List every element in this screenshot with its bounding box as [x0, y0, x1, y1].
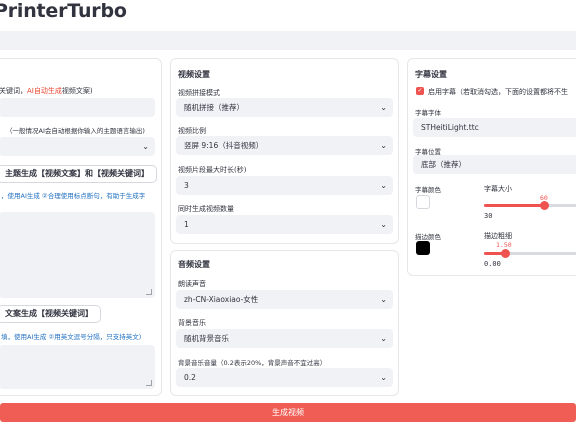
generate-video-button[interactable]: 生成视频	[0, 403, 576, 422]
app-title: PrinterTurbo	[0, 0, 127, 22]
script-panel: 关键词，AI自动生成视频文案) （一般情况AI会自动根据你输入的主题语言输出) …	[0, 58, 162, 396]
concat-mode-label: 视频拼接模式	[178, 89, 220, 97]
concat-mode-value: 随机拼接（推荐）	[184, 103, 244, 112]
language-hint: （一般情况AI会自动根据你输入的主题语言输出)	[6, 127, 145, 135]
generate-script-button[interactable]: 主题生成【视频文案】和【视频关键词】	[0, 165, 157, 183]
position-value: 底部（推荐）	[421, 160, 466, 169]
stroke-color-label: 描边颜色	[415, 233, 441, 241]
chevron-down-icon: ⌄	[142, 142, 149, 151]
chevron-down-icon: ⌄	[380, 181, 387, 190]
bgm-value: 随机背景音乐	[184, 334, 229, 343]
subject-input[interactable]	[0, 98, 155, 117]
concat-mode-select[interactable]: 随机拼接（推荐） ⌄	[176, 98, 393, 117]
clip-duration-label: 视频片段最大时长(秒)	[178, 166, 247, 174]
chevron-down-icon: ⌄	[380, 220, 387, 229]
subtitle-settings-heading: 字幕设置	[415, 70, 447, 79]
font-size-fill	[484, 204, 544, 207]
bgm-label: 背景音乐	[178, 319, 206, 327]
aspect-label: 视频比例	[178, 127, 206, 135]
resize-handle-icon[interactable]	[146, 289, 152, 295]
video-count-label: 同时生成视频数量	[178, 205, 234, 213]
video-settings-heading: 视频设置	[178, 70, 210, 79]
stroke-width-min: 0.00	[484, 260, 501, 268]
video-count-value: 1	[184, 220, 189, 229]
language-select[interactable]: ⌄	[0, 137, 155, 156]
video-settings-panel: 视频设置 视频拼接模式 随机拼接（推荐） ⌄ 视频比例 竖屏 9:16（抖音视频…	[170, 58, 399, 244]
font-size-label: 字幕大小	[484, 185, 512, 193]
stroke-color-swatch[interactable]	[416, 241, 430, 255]
font-color-label: 字幕颜色	[415, 186, 441, 194]
chevron-down-icon: ⌄	[380, 295, 387, 304]
keywords-textarea[interactable]	[0, 345, 155, 389]
stroke-width-label: 描边粗细	[484, 232, 512, 240]
bgm-select[interactable]: 随机背景音乐 ⌄	[176, 329, 393, 348]
font-size-min: 30	[484, 212, 493, 220]
position-select[interactable]: 底部（推荐）	[413, 155, 576, 174]
bgm-volume-select[interactable]: 0.2 ⌄	[176, 368, 393, 387]
font-size-thumb[interactable]	[540, 201, 549, 210]
enable-subtitle-label: 启用字幕（若取消勾选，下面的设置都将不生	[428, 88, 568, 96]
resize-handle-icon[interactable]	[146, 380, 152, 386]
keywords-tip: 填，使用AI生成 ②用英文逗号分隔，只支持英文)	[1, 333, 142, 341]
check-icon[interactable]: ✓	[416, 87, 424, 95]
keywords-label: 关键词，AI自动生成视频文案)	[0, 86, 93, 96]
voice-label: 朗读声音	[178, 280, 206, 288]
font-label: 字幕字体	[415, 109, 441, 117]
generate-keywords-button[interactable]: 文案生成【视频关键词】	[0, 305, 101, 323]
audio-settings-heading: 音频设置	[178, 260, 210, 269]
keywords-label-a: 关键词，	[0, 87, 27, 95]
video-count-select[interactable]: 1 ⌄	[176, 215, 393, 234]
subtitle-settings-panel: 字幕设置 ✓ 启用字幕（若取消勾选，下面的设置都将不生 字幕字体 STHeiti…	[407, 58, 576, 276]
clip-duration-select[interactable]: 3 ⌄	[176, 176, 393, 195]
chevron-down-icon: ⌄	[380, 103, 387, 112]
chevron-down-icon: ⌄	[380, 373, 387, 382]
aspect-value: 竖屏 9:16（抖音视频）	[184, 141, 264, 150]
keywords-label-c: 视频文案)	[61, 87, 93, 95]
font-value: STHeitiLight.ttc	[421, 123, 479, 132]
stroke-width-thumb[interactable]	[501, 249, 510, 258]
voice-value: zh-CN-Xiaoxiao-女性	[184, 295, 259, 304]
font-color-swatch[interactable]	[416, 195, 430, 209]
bgm-volume-value: 0.2	[184, 373, 196, 382]
chevron-down-icon: ⌄	[380, 141, 387, 150]
script-tip: ，使用AI生成 ②合理使用标点断句，有助于生成字	[1, 192, 146, 200]
bgm-volume-label: 背景音乐音量（0.2表示20%，背景声音不宜过高）	[178, 359, 327, 367]
font-select[interactable]: STHeitiLight.ttc	[413, 118, 576, 137]
clip-duration-value: 3	[184, 181, 189, 190]
chevron-down-icon: ⌄	[380, 334, 387, 343]
voice-select[interactable]: zh-CN-Xiaoxiao-女性 ⌄	[176, 290, 393, 309]
aspect-select[interactable]: 竖屏 9:16（抖音视频） ⌄	[176, 136, 393, 155]
audio-settings-panel: 音频设置 朗读声音 zh-CN-Xiaoxiao-女性 ⌄ 背景音乐 随机背景音…	[170, 250, 399, 396]
keywords-label-ai: AI自动生成	[27, 87, 62, 95]
stroke-width-value: 1.50	[496, 241, 512, 249]
script-textarea[interactable]	[0, 212, 155, 298]
top-input-bar[interactable]	[0, 31, 576, 50]
